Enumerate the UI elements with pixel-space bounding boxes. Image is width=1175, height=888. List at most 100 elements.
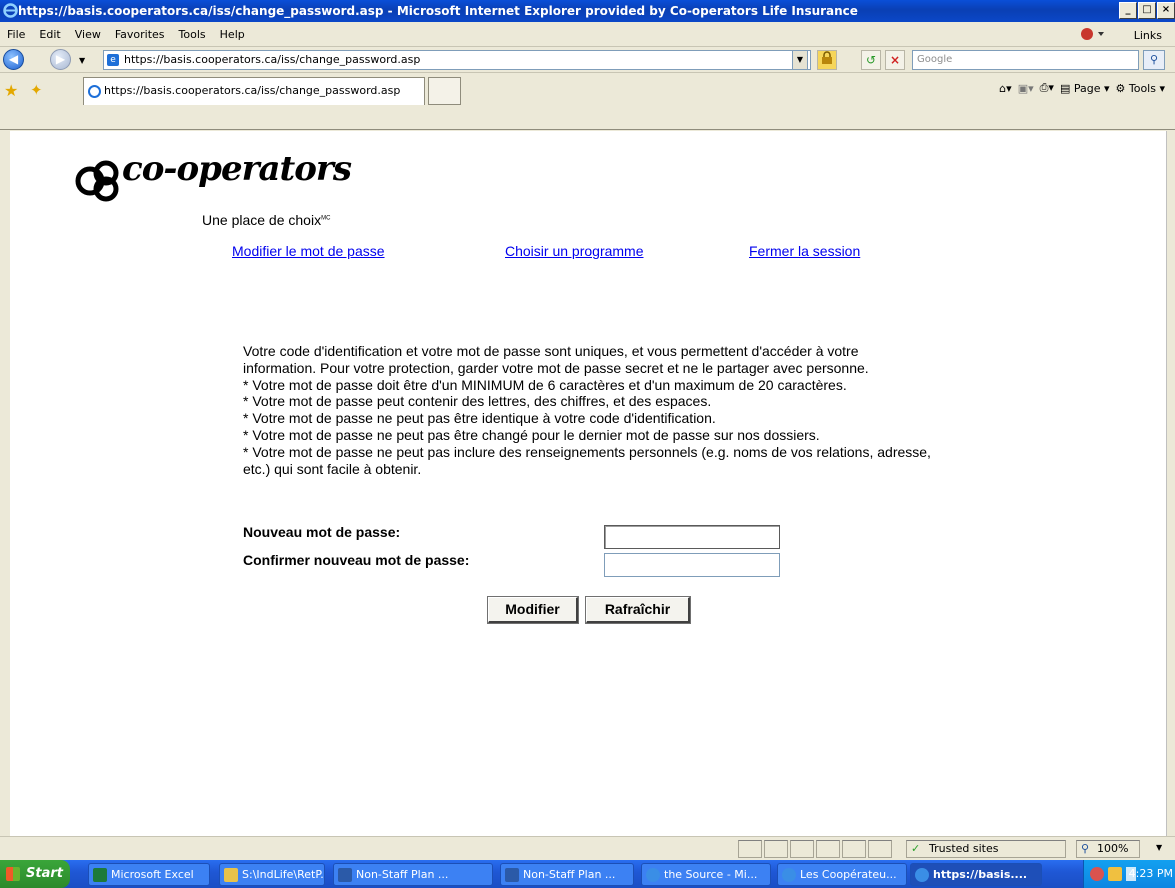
menu-tools[interactable]: Tools	[172, 28, 213, 41]
menu-edit[interactable]: Edit	[32, 28, 67, 41]
taskbar: Start Microsoft Excel S:\IndLife\RetP...…	[0, 860, 1175, 888]
ie-icon	[915, 868, 929, 882]
ie-icon	[782, 868, 796, 882]
zoom-control[interactable]: ⚲ 100%	[1076, 840, 1140, 858]
taskbar-item-folder[interactable]: S:\IndLife\RetP...	[219, 863, 325, 886]
zoom-icon: ⚲	[1081, 842, 1090, 855]
history-dropdown-icon[interactable]: ▼	[79, 56, 85, 65]
status-cell	[816, 840, 840, 858]
security-zone[interactable]: ✓ Trusted sites	[906, 840, 1066, 858]
menu-help[interactable]: Help	[213, 28, 252, 41]
nav-logout-link[interactable]: Fermer la session	[749, 243, 860, 259]
tray-icon[interactable]	[1108, 867, 1122, 881]
taskbar-item-word-2[interactable]: Non-Staff Plan ...	[500, 863, 634, 886]
zoom-dropdown-icon[interactable]: ▼	[1156, 843, 1162, 852]
minimize-button[interactable]: _	[1119, 2, 1137, 19]
home-icon[interactable]: ⌂▾	[999, 82, 1012, 95]
word-icon	[505, 868, 519, 882]
menu-bar: File Edit View Favorites Tools Help Link…	[0, 22, 1175, 47]
taskbar-item-basis[interactable]: https://basis....	[910, 863, 1042, 886]
maximize-button[interactable]: □	[1138, 2, 1156, 19]
ie-icon	[3, 3, 18, 22]
tab-bar: ★ ✦ https://basis.cooperators.ca/iss/cha…	[0, 73, 1175, 130]
modify-button[interactable]: Modifier	[487, 596, 579, 624]
page-menu-label: Page	[1073, 81, 1101, 95]
address-dropdown-button[interactable]: ▼	[792, 50, 808, 70]
ie-icon	[646, 868, 660, 882]
start-button[interactable]: Start	[0, 860, 70, 888]
rule-characters: * Votre mot de passe peut contenir des l…	[243, 393, 712, 410]
vertical-scrollbar[interactable]	[1166, 131, 1175, 836]
new-password-input[interactable]	[604, 525, 780, 549]
refresh-icon[interactable]: ↺	[861, 50, 881, 70]
tools-menu[interactable]: ⚙ Tools ▾	[1116, 82, 1166, 95]
confirm-password-label: Confirmer nouveau mot de passe:	[243, 552, 470, 568]
status-cell	[842, 840, 866, 858]
start-label: Start	[26, 866, 63, 881]
links-label[interactable]: Links	[1127, 29, 1169, 42]
tray-icon[interactable]	[1126, 867, 1136, 881]
feeds-icon[interactable]: ▣▾	[1018, 82, 1034, 95]
menu-view[interactable]: View	[68, 28, 108, 41]
taskbar-item-label: S:\IndLife\RetP...	[242, 868, 325, 881]
taskbar-item-excel[interactable]: Microsoft Excel	[88, 863, 210, 886]
new-password-label: Nouveau mot de passe:	[243, 524, 401, 540]
cooperators-logo-icon	[75, 160, 119, 202]
add-favorite-icon[interactable]: ✦	[30, 81, 43, 99]
cooperators-logo: co-operators Une place de choixMC	[72, 149, 372, 228]
toolbar-addon-icon[interactable]	[1073, 27, 1113, 44]
page-content: co-operators Une place de choixMC Modifi…	[10, 131, 1166, 836]
taskbar-item-label: Les Coopérateu...	[800, 868, 897, 881]
refresh-button[interactable]: Rafraîchir	[585, 596, 691, 624]
address-toolbar: ◀ ▶ ▼ e https://basis.cooperators.ca/iss…	[0, 47, 1175, 73]
rule-no-personal: * Votre mot de passe ne peut pas inclure…	[243, 443, 931, 477]
tab-title: https://basis.cooperators.ca/iss/change_…	[104, 84, 401, 97]
rule-length: * Votre mot de passe doit être d'un MINI…	[243, 376, 847, 393]
stop-icon[interactable]: ×	[885, 50, 905, 70]
status-bar: ✓ Trusted sites ⚲ 100% ▼	[0, 836, 1175, 860]
favorites-star-icon[interactable]: ★	[4, 81, 18, 100]
page-menu[interactable]: ▤ Page ▾	[1060, 82, 1110, 95]
back-button[interactable]: ◀	[3, 49, 24, 70]
menu-file[interactable]: File	[0, 28, 32, 41]
taskbar-item-label: Microsoft Excel	[111, 868, 194, 881]
security-zone-label: Trusted sites	[929, 842, 999, 855]
system-tray: 4:23 PM	[1083, 860, 1175, 888]
taskbar-item-source[interactable]: the Source - Mi...	[641, 863, 771, 886]
info-intro: Votre code d'identification et votre mot…	[243, 343, 869, 376]
close-button[interactable]: ×	[1157, 2, 1175, 19]
rule-not-id: * Votre mot de passe ne peut pas être id…	[243, 410, 716, 427]
word-icon	[338, 868, 352, 882]
status-cell	[790, 840, 814, 858]
status-cell	[738, 840, 762, 858]
taskbar-item-label: Non-Staff Plan ...	[356, 868, 449, 881]
command-bar: ⌂▾ ▣▾ ⎙▾ ▤ Page ▾ ⚙ Tools ▾	[999, 81, 1165, 95]
excel-icon	[93, 868, 107, 882]
search-icon[interactable]: ⚲	[1143, 50, 1165, 70]
search-input[interactable]: Google	[912, 50, 1139, 70]
logo-wordmark: co-operators	[122, 149, 352, 189]
nav-choose-program-link[interactable]: Choisir un programme	[505, 243, 644, 259]
forward-button[interactable]: ▶	[50, 49, 71, 70]
taskbar-item-word-1[interactable]: Non-Staff Plan ...	[333, 863, 493, 886]
address-url: https://basis.cooperators.ca/iss/change_…	[124, 53, 421, 66]
taskbar-item-label: Non-Staff Plan ...	[523, 868, 616, 881]
menu-favorites[interactable]: Favorites	[108, 28, 172, 41]
window-titlebar: https://basis.cooperators.ca/iss/change_…	[0, 0, 1175, 22]
taskbar-item-cooperateurs[interactable]: Les Coopérateu...	[777, 863, 907, 886]
status-cell	[868, 840, 892, 858]
lock-icon[interactable]	[817, 50, 837, 70]
print-icon[interactable]: ⎙▾	[1040, 81, 1054, 95]
tab-change-password[interactable]: https://basis.cooperators.ca/iss/change_…	[83, 77, 425, 105]
address-field[interactable]: e https://basis.cooperators.ca/iss/chang…	[103, 50, 811, 70]
tools-menu-label: Tools	[1128, 81, 1156, 95]
nav-change-password-link[interactable]: Modifier le mot de passe	[232, 243, 385, 259]
new-tab-button[interactable]	[428, 77, 461, 105]
rule-not-last: * Votre mot de passe ne peut pas être ch…	[243, 426, 820, 443]
logo-tagline: Une place de choixMC	[202, 212, 331, 228]
tray-icon[interactable]	[1090, 867, 1104, 881]
logo-mark: MC	[321, 215, 331, 222]
checkmark-icon: ✓	[911, 842, 921, 855]
confirm-password-input[interactable]	[604, 553, 780, 577]
taskbar-item-label: https://basis....	[933, 868, 1028, 881]
